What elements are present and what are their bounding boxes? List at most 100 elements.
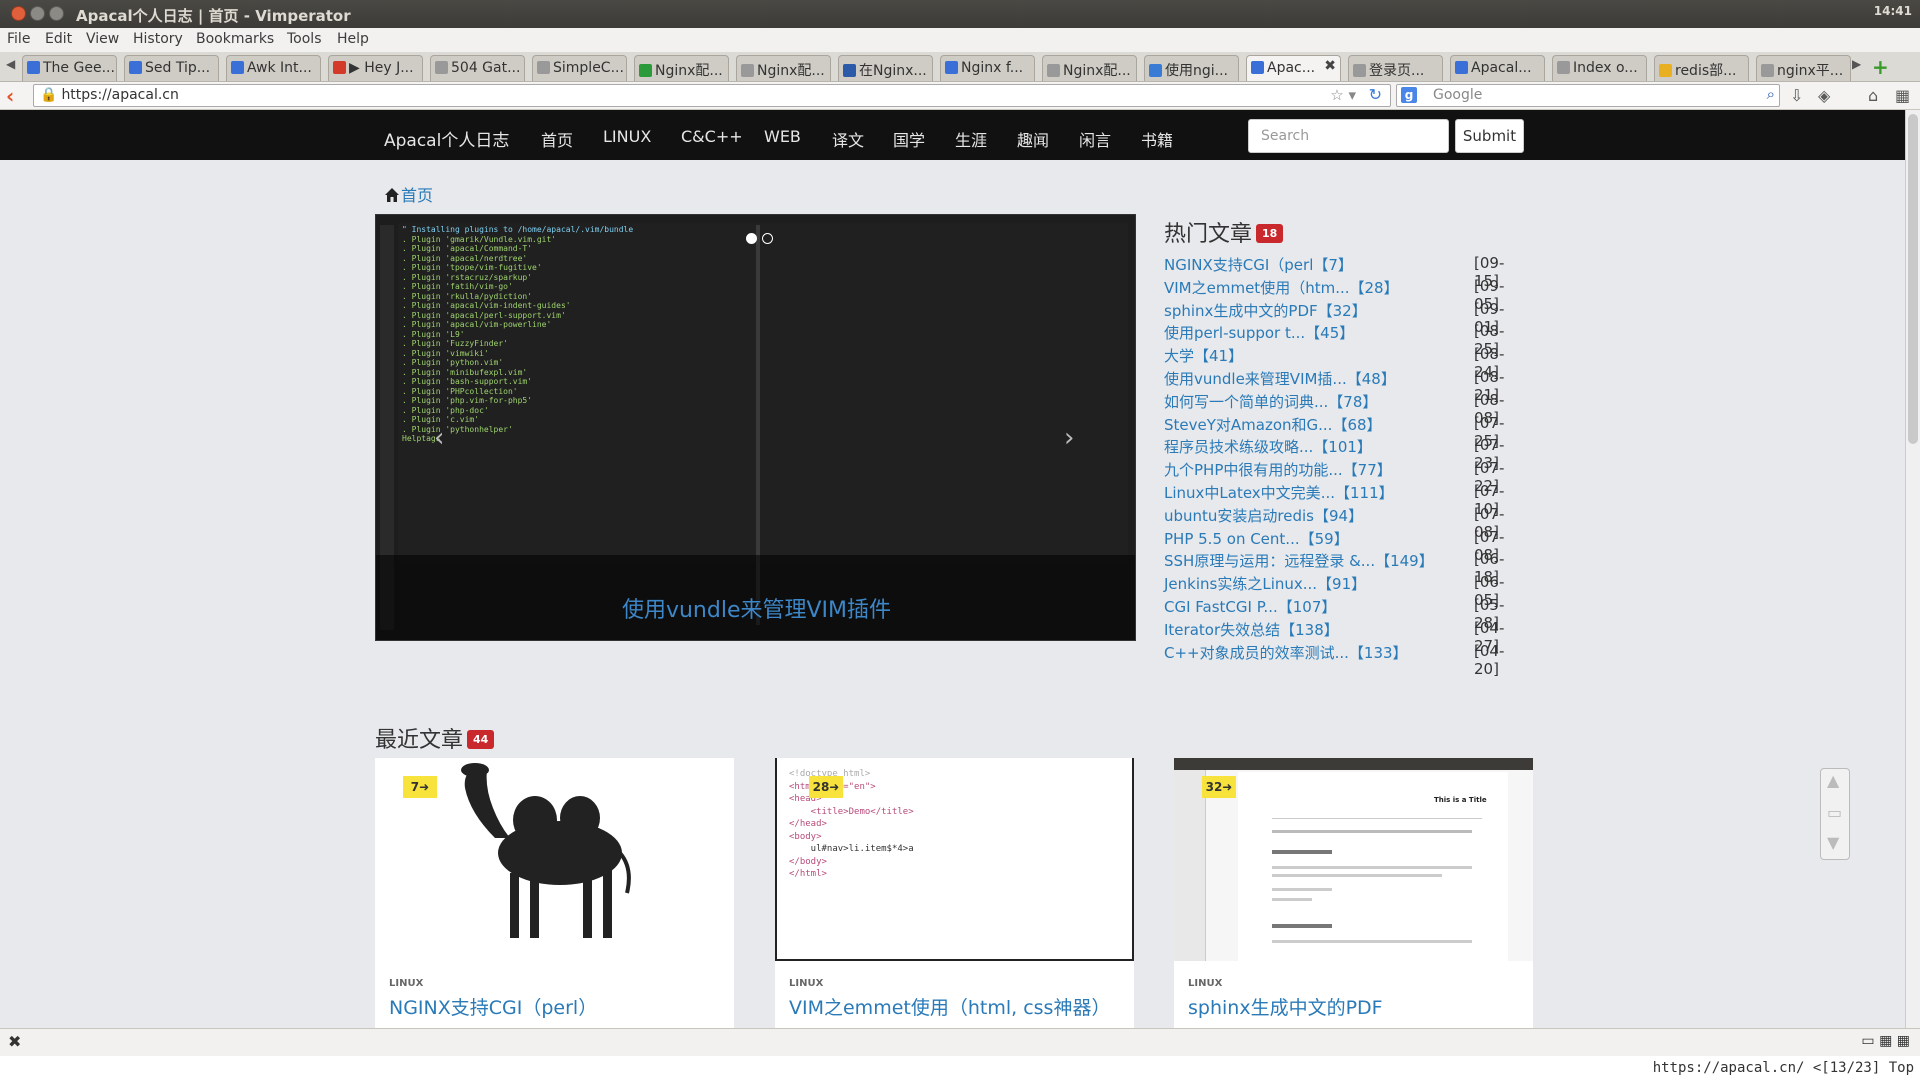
hot-article-link[interactable]: 使用vundle来管理VIM插...【48】 [1164, 368, 1396, 389]
hot-article-link[interactable]: 使用perl-suppor t...【45】 [1164, 322, 1354, 343]
featured-carousel[interactable]: " Installing plugins to /home/apacal/.vi… [375, 214, 1136, 641]
hot-article-link[interactable]: SSH原理与运用：远程登录 &...【149】 [1164, 550, 1434, 571]
hot-article-link[interactable]: 如何写一个简单的词典...【78】 [1164, 391, 1377, 412]
nav-chat[interactable]: 闲言 [1079, 127, 1111, 151]
search-engine-bar[interactable]: g Google ⌕ [1396, 84, 1780, 107]
nav-linux[interactable]: LINUX [603, 127, 651, 146]
browser-tab[interactable]: Nginx配... [736, 55, 831, 81]
hot-article-link[interactable]: C++对象成员的效率测试...【133】 [1164, 642, 1408, 663]
window-maximize-button[interactable] [49, 6, 64, 21]
carousel-caption[interactable]: 使用vundle来管理VIM插件 [376, 592, 1135, 624]
menu-edit[interactable]: Edit [45, 31, 72, 47]
back-arrow-icon[interactable]: ‹ [6, 84, 14, 108]
nav-home[interactable]: 首页 [541, 127, 573, 151]
hot-article-link[interactable]: Iterator失效总结【138】 [1164, 619, 1339, 640]
card-category[interactable]: LINUX [789, 978, 823, 989]
tab-scroll-right-icon[interactable]: ▶ [1852, 57, 1861, 71]
close-icon[interactable]: ✖ [8, 1032, 21, 1051]
browser-tab[interactable]: Apac... ✖ [1246, 55, 1341, 81]
nav-translations[interactable]: 译文 [832, 127, 864, 151]
browser-tab[interactable]: Sed Tip... [124, 55, 219, 81]
nav-books[interactable]: 书籍 [1141, 127, 1173, 151]
nav-career[interactable]: 生涯 [955, 127, 987, 151]
browser-tab[interactable]: The Gee... [22, 55, 117, 81]
carousel-indicator-2[interactable] [762, 233, 773, 244]
card-title[interactable]: VIM之emmet使用（html, css神器） [789, 993, 1110, 1020]
qr-code-icon[interactable]: ▦ [1895, 86, 1910, 105]
nav-fun[interactable]: 趣闻 [1017, 127, 1049, 151]
page-scrollbar[interactable] [1905, 110, 1920, 1028]
browser-tab[interactable]: Apacal... [1450, 55, 1545, 81]
menu-help[interactable]: Help [337, 31, 369, 47]
browser-tab[interactable]: Nginx配... [634, 55, 729, 81]
browser-tab[interactable]: 504 Gat... [430, 55, 525, 81]
google-icon[interactable]: g [1401, 87, 1417, 103]
new-tab-icon[interactable]: + [1872, 55, 1889, 79]
search-icon[interactable]: ⌕ [1767, 85, 1775, 103]
hot-article-link[interactable]: Jenkins实练之Linux...【91】 [1164, 573, 1366, 594]
carousel-next-icon[interactable]: › [1064, 423, 1074, 453]
menu-view[interactable]: View [86, 31, 119, 47]
nav-c-cpp[interactable]: C&C++ [681, 127, 743, 146]
browser-tab[interactable]: Awk Int... [226, 55, 321, 81]
scroll-up-icon[interactable]: ▲ [1827, 771, 1839, 790]
browser-tab[interactable]: Nginx f... [940, 55, 1035, 81]
download-icon[interactable]: ⇩ [1790, 86, 1803, 105]
addon-bar-icons[interactable]: ▭ ▦ ▦ [1861, 1033, 1910, 1049]
browser-tab[interactable]: SimpleC... [532, 55, 627, 81]
card-category[interactable]: LINUX [1188, 978, 1222, 989]
article-thumbnail[interactable]: <!doctype html> <html lang="en"> <head> <t… [775, 758, 1134, 961]
browser-tab[interactable]: 登录页... [1348, 55, 1443, 81]
article-card[interactable]: 7➜ LINUX NGINX支持CGI（perl） [375, 758, 734, 1028]
hot-article-link[interactable]: sphinx生成中文的PDF【32】 [1164, 300, 1367, 321]
hot-article-link[interactable]: Linux中Latex中文完美...【111】 [1164, 482, 1394, 503]
browser-tab[interactable]: ▶ Hey J... [328, 55, 423, 81]
window-close-button[interactable] [11, 6, 26, 21]
article-card[interactable]: <!doctype html> <html lang="en"> <head> <t… [775, 758, 1134, 1028]
nav-sinology[interactable]: 国学 [893, 127, 925, 151]
browser-tab[interactable]: 使用ngi... [1144, 55, 1239, 81]
article-card[interactable]: This is a Title 32➜ LINUX sphinx生成中文的PDF [1174, 758, 1533, 1028]
scrollbar-thumb[interactable] [1908, 114, 1918, 444]
hot-article-link[interactable]: 程序员技术练级攻略...【101】 [1164, 436, 1372, 457]
menu-tools[interactable]: Tools [287, 31, 322, 47]
carousel-indicator-1[interactable] [746, 233, 757, 244]
url-bar[interactable]: 🔒 https://apacal.cn ☆ ▾ ↻ [33, 84, 1391, 107]
menu-bookmarks[interactable]: Bookmarks [196, 31, 274, 47]
window-minimize-button[interactable] [30, 6, 45, 21]
article-thumbnail[interactable]: 7➜ [375, 758, 734, 961]
browser-tab[interactable]: Index o... [1552, 55, 1647, 81]
hot-article-link[interactable]: CGI FastCGI P...【107】 [1164, 596, 1336, 617]
extension-icon[interactable]: ◈ [1818, 86, 1830, 105]
browser-tab[interactable]: nginx平... [1756, 55, 1851, 81]
scroll-down-icon[interactable]: ▼ [1827, 833, 1839, 852]
browser-tab[interactable]: Nginx配... [1042, 55, 1137, 81]
tab-close-icon[interactable]: ✖ [1324, 58, 1336, 74]
hot-article-link[interactable]: NGINX支持CGI（perl【7】 [1164, 254, 1353, 275]
site-submit-button[interactable]: Submit [1455, 119, 1524, 153]
carousel-prev-icon[interactable]: ‹ [434, 423, 444, 453]
scroll-middle-icon[interactable]: ▭ [1827, 803, 1842, 822]
browser-tab[interactable]: redis部... [1654, 55, 1749, 81]
card-title[interactable]: NGINX支持CGI（perl） [389, 993, 597, 1020]
hot-article-link[interactable]: PHP 5.5 on Cent...【59】 [1164, 528, 1349, 549]
breadcrumb-home-link[interactable]: 首页 [401, 186, 433, 205]
home-icon[interactable]: ⌂ [1868, 86, 1878, 105]
site-search-input[interactable]: Search [1248, 119, 1449, 153]
hot-article-link[interactable]: 九个PHP中很有用的功能...【77】 [1164, 459, 1392, 480]
nav-web[interactable]: WEB [764, 127, 801, 146]
site-brand[interactable]: Apacal个人日志 [384, 126, 509, 151]
article-thumbnail[interactable]: This is a Title 32➜ [1174, 758, 1533, 961]
tab-scroll-left-icon[interactable]: ◀ [6, 57, 15, 71]
menu-history[interactable]: History [133, 31, 183, 47]
hot-article-link[interactable]: VIM之emmet使用（htm...【28】 [1164, 277, 1399, 298]
bookmark-star-icon[interactable]: ☆ ▾ [1330, 86, 1356, 104]
hot-article-link[interactable]: ubuntu安装启动redis【94】 [1164, 505, 1363, 526]
card-title[interactable]: sphinx生成中文的PDF [1188, 993, 1383, 1020]
menu-file[interactable]: File [7, 31, 30, 47]
reload-icon[interactable]: ↻ [1369, 85, 1382, 104]
card-category[interactable]: LINUX [389, 978, 423, 989]
hot-article-link[interactable]: 大学【41】 [1164, 345, 1243, 366]
hot-article-link[interactable]: SteveY对Amazon和G...【68】 [1164, 414, 1382, 435]
browser-tab[interactable]: 在Nginx... [838, 55, 933, 81]
